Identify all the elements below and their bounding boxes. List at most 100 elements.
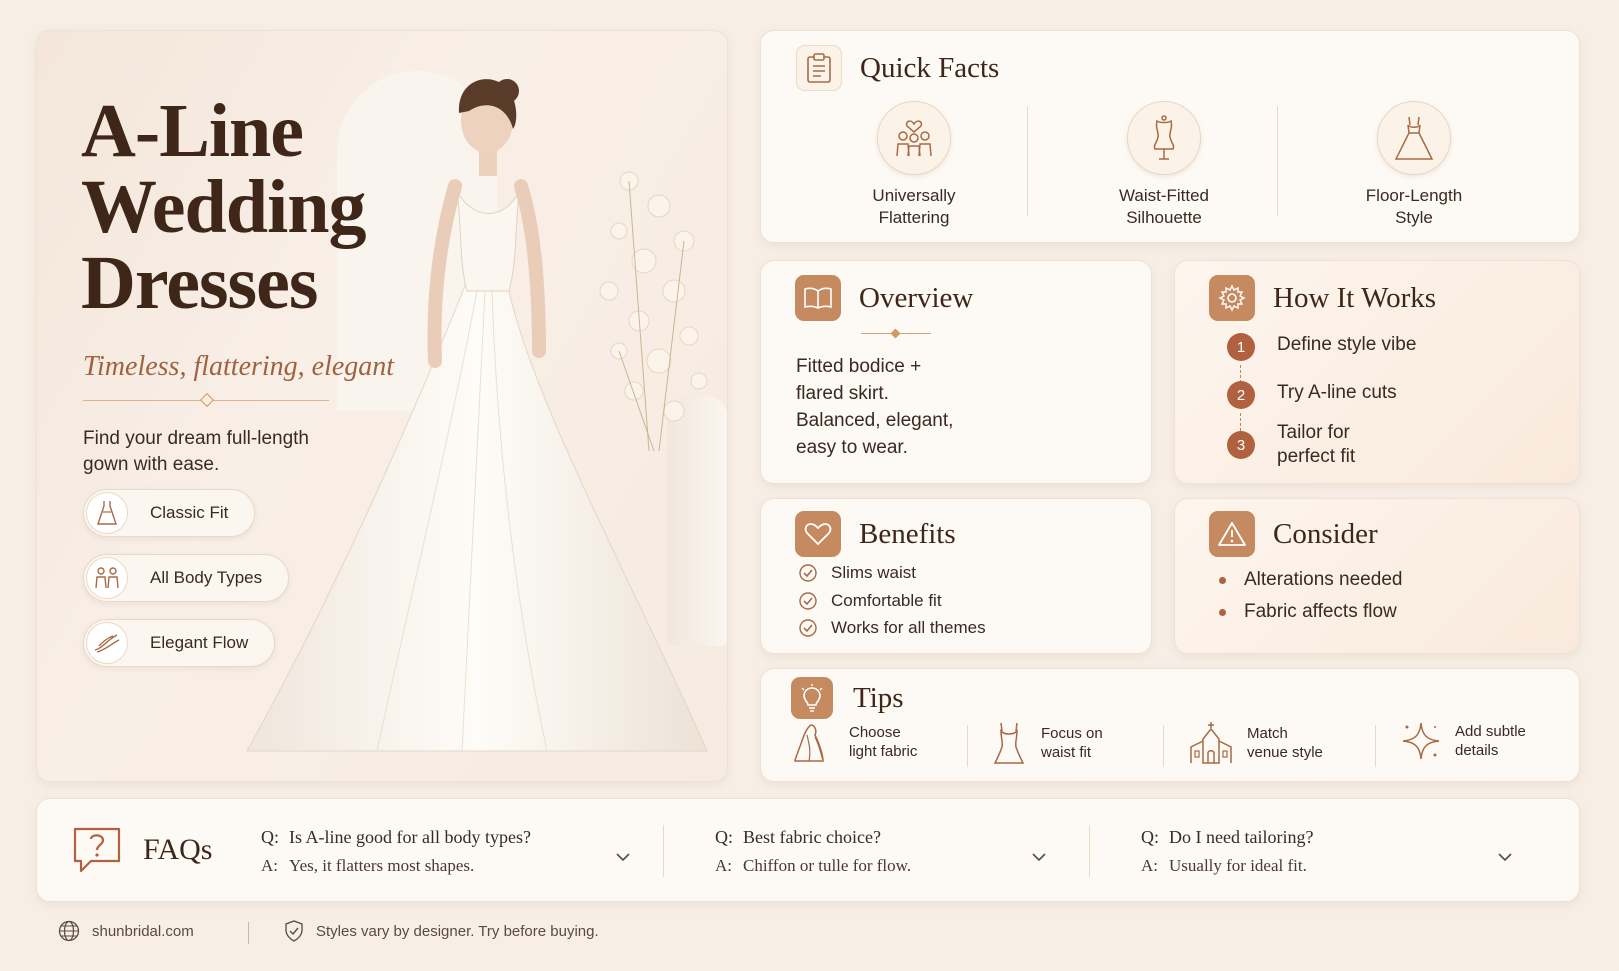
tip-text-line: details: [1455, 742, 1499, 759]
benefit-item: Works for all themes: [799, 618, 986, 638]
footer-note: Styles vary by designer. Try before buyi…: [284, 920, 599, 942]
chevron-down-icon[interactable]: [1497, 849, 1513, 865]
hero-title: A-Line Wedding Dresses: [81, 89, 366, 321]
fact-label: Universally Flattering: [789, 185, 1039, 229]
how-it-works-header: How It Works: [1209, 275, 1436, 321]
step-1: 1 Define style vibe: [1227, 333, 1416, 361]
overview-line: Balanced, elegant,: [796, 410, 954, 431]
separator: [1375, 725, 1376, 767]
answer-text: Yes, it flatters most shapes.: [289, 856, 475, 875]
clipboard-icon: [796, 45, 842, 91]
faq-item[interactable]: Q: Is A-line good for all body types? A: Y…: [261, 827, 641, 876]
tip-text: Focus on waist fit: [1041, 724, 1103, 762]
sparkle-icon: [1402, 722, 1440, 760]
divider-ornament: [890, 328, 901, 339]
answer-prefix: A:: [1141, 856, 1158, 875]
gown-icon: [1377, 101, 1451, 175]
fact-label-line: Style: [1395, 208, 1433, 227]
answer-text: Chiffon or tulle for flow.: [743, 856, 912, 875]
feature-label: All Body Types: [150, 568, 263, 587]
step-text: Define style vibe: [1277, 333, 1416, 357]
consider-header: Consider: [1209, 511, 1378, 557]
fact-floor-length-style: Floor-Length Style: [1289, 101, 1539, 229]
answer-prefix: A:: [261, 856, 278, 875]
faq-question: Q: Do I need tailoring?: [1141, 827, 1521, 848]
answer-prefix: A:: [715, 856, 732, 875]
consider-item: Alterations needed: [1219, 569, 1402, 591]
fact-universally-flattering: Universally Flattering: [789, 101, 1039, 229]
dress-form-icon: [1127, 101, 1201, 175]
tip-text-line: waist fit: [1041, 744, 1092, 761]
gear-icon: [1209, 275, 1255, 321]
tip-item: Choose light fabric: [793, 721, 917, 763]
benefit-item: Slims waist: [799, 563, 916, 583]
hero-card: A-Line Wedding Dresses Timeless, flatter…: [36, 30, 728, 782]
footer-site[interactable]: shunbridal.com: [58, 920, 194, 942]
hero-description: Find your dream full-length gown with ea…: [83, 428, 309, 475]
fact-waist-fitted-silhouette: Waist-Fitted Silhouette: [1039, 101, 1289, 229]
tip-item: Match venue style: [1189, 721, 1323, 765]
footer-note-text: Styles vary by designer. Try before buyi…: [316, 922, 599, 940]
tip-text-line: Match: [1247, 725, 1288, 742]
step-text: Try A-line cuts: [1277, 381, 1397, 405]
chevron-down-icon[interactable]: [1031, 849, 1047, 865]
consider-card: Consider Alterations needed Fabric affec…: [1174, 498, 1580, 654]
step-text-line: Define style vibe: [1277, 334, 1417, 355]
check-circle-icon: [799, 564, 817, 582]
separator: [967, 725, 968, 767]
heart-icon: [795, 511, 841, 557]
consider-item: Fabric affects flow: [1219, 601, 1397, 623]
overview-title: Overview: [859, 281, 974, 314]
fact-label-line: Floor-Length: [1365, 186, 1463, 205]
feature-pill-all-body-types: All Body Types: [83, 554, 290, 602]
separator: [1027, 106, 1028, 216]
faq-question: Q: Best fabric choice?: [715, 827, 1095, 848]
feature-label: Elegant Flow: [150, 633, 249, 652]
faq-answer: A: Yes, it flatters most shapes.: [261, 856, 641, 876]
faq-card: FAQs Q: Is A-line good for all body types…: [36, 798, 1580, 902]
question-text: Best fabric choice?: [743, 827, 881, 847]
shield-check-icon: [285, 920, 303, 942]
how-it-works-card: How It Works 1 Define style vibe 2 Try A…: [1174, 260, 1580, 484]
hero-title-line: A-Line: [81, 89, 304, 173]
question-text: Do I need tailoring?: [1169, 827, 1314, 847]
quick-facts-header: Quick Facts: [796, 45, 999, 91]
faq-item[interactable]: Q: Do I need tailoring? A: Usually for ide…: [1141, 827, 1521, 876]
feature-pill-elegant-flow: Elegant Flow: [83, 619, 276, 667]
step-number: 2: [1227, 381, 1255, 409]
overview-header: Overview: [795, 275, 973, 321]
bullet: [1219, 608, 1226, 616]
fact-label: Floor-Length Style: [1289, 185, 1539, 229]
fabric-flow-icon: [86, 622, 128, 664]
quick-facts-card: Quick Facts Universally Flattering Waist…: [760, 30, 1580, 243]
how-it-works-title: How It Works: [1273, 281, 1437, 314]
quick-facts-title: Quick Facts: [860, 51, 1000, 84]
benefit-item: Comfortable fit: [799, 591, 942, 611]
step-number: 1: [1227, 333, 1255, 361]
separator: [1089, 825, 1090, 877]
step-number: 3: [1227, 431, 1255, 459]
tip-text: Choose light fabric: [849, 723, 917, 761]
step-text-line: Tailor for: [1277, 422, 1350, 443]
tip-text: Match venue style: [1247, 724, 1323, 762]
fact-label-line: Flattering: [878, 208, 950, 227]
benefit-text: Comfortable fit: [831, 591, 942, 610]
veil-icon: [794, 724, 824, 762]
globe-icon: [58, 920, 80, 942]
feature-pill-classic-fit: Classic Fit: [83, 489, 256, 537]
separator: [1163, 725, 1164, 767]
benefit-text: Slims waist: [831, 563, 917, 582]
tips-title: Tips: [853, 681, 904, 714]
step-text-line: perfect fit: [1277, 446, 1356, 467]
question-prefix: Q:: [715, 827, 733, 847]
step-2: 2 Try A-line cuts: [1227, 381, 1397, 409]
fact-label-line: Silhouette: [1126, 208, 1202, 227]
footer-site-text[interactable]: shunbridal.com: [92, 923, 194, 940]
fact-label-line: Universally: [872, 186, 956, 205]
consider-text: Alterations needed: [1244, 569, 1403, 590]
tip-text: Add subtle details: [1455, 722, 1526, 760]
tip-text-line: venue style: [1247, 744, 1323, 761]
chevron-down-icon[interactable]: [615, 849, 631, 865]
benefits-title: Benefits: [859, 517, 956, 550]
tip-text-line: Add subtle: [1455, 723, 1526, 740]
